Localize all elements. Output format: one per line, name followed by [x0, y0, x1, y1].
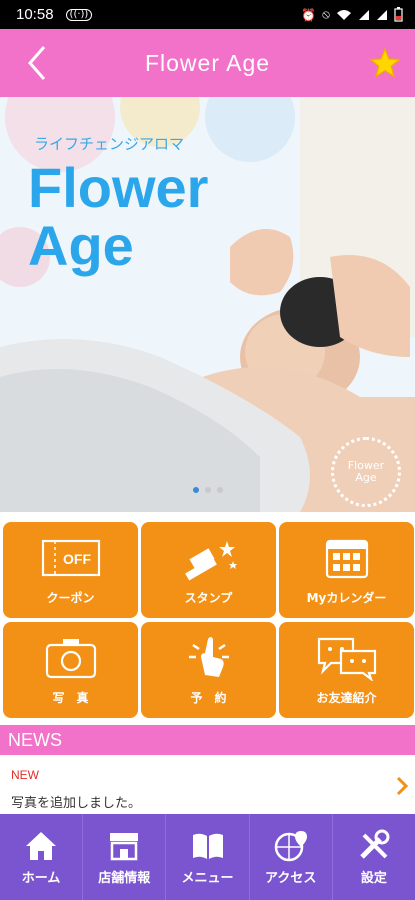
- map-pin-icon: [274, 830, 307, 861]
- nav-label: メニュー: [181, 870, 234, 886]
- page-title: Flower Age: [144, 49, 271, 76]
- coupon-icon: OFF: [41, 539, 100, 576]
- tile-label: Myカレンダー: [306, 590, 387, 605]
- settings-tools-icon: [360, 829, 390, 859]
- news-list-item[interactable]: NEW 写真を追加しました。: [0, 758, 415, 814]
- calendar-icon: [325, 539, 368, 578]
- logo-text-line2: Age: [355, 471, 377, 484]
- carousel-dot[interactable]: [192, 487, 199, 493]
- photo-button[interactable]: 写 真: [3, 622, 138, 718]
- carousel-dot[interactable]: [204, 487, 211, 493]
- news-heading: NEWS: [8, 729, 62, 750]
- nav-menu[interactable]: メニュー: [166, 814, 250, 900]
- status-bar: 10:58 ((·)) ⏰ ⦸: [0, 0, 415, 29]
- tile-label: お友達紹介: [316, 690, 377, 705]
- refer-friend-button[interactable]: お友達紹介: [279, 622, 414, 718]
- book-icon: [192, 833, 223, 859]
- coupon-button[interactable]: OFF クーポン: [3, 522, 138, 618]
- nav-label: 店舗情報: [98, 870, 151, 886]
- new-badge: NEW: [11, 768, 39, 782]
- nav-label: 設定: [360, 870, 387, 886]
- nav-label: ホーム: [21, 870, 61, 886]
- tile-label: スタンプ: [184, 590, 233, 605]
- status-icons: ⏰ ⦸: [301, 0, 403, 29]
- app-bar: Flower Age: [0, 29, 415, 97]
- chat-icon: [317, 637, 376, 681]
- carousel-indicator: [0, 487, 415, 493]
- bottom-navigation: ホーム 店舗情報 メニュー アクセス 設定: [0, 814, 415, 900]
- nav-access[interactable]: アクセス: [250, 814, 333, 900]
- news-text: 写真を追加しました。: [11, 796, 142, 811]
- hero-title: Flower Age: [28, 159, 208, 275]
- tile-label: 写 真: [52, 690, 89, 705]
- hero-subtitle: ライフチェンジアロマ: [34, 135, 185, 153]
- nav-home[interactable]: ホーム: [0, 814, 84, 900]
- nav-label: アクセス: [265, 870, 317, 886]
- status-time: 10:58: [16, 6, 54, 23]
- star-icon[interactable]: [369, 47, 401, 79]
- flower-age-logo: Flower Age: [331, 437, 401, 507]
- home-icon: [26, 831, 57, 860]
- camera-icon: [45, 638, 96, 678]
- back-chevron-icon[interactable]: [22, 43, 52, 83]
- tile-label: 予 約: [190, 690, 227, 705]
- carousel-dot[interactable]: [216, 487, 223, 493]
- signal-icon: [377, 9, 387, 20]
- alarm-icon: ⏰: [301, 7, 317, 22]
- reservation-button[interactable]: 予 約: [141, 622, 276, 718]
- coupon-off-text: OFF: [63, 551, 91, 567]
- stamp-button[interactable]: スタンプ: [141, 522, 276, 618]
- chevron-right-icon: [396, 776, 409, 796]
- mute-icon: ⦸: [322, 7, 330, 21]
- menu-grid: OFF クーポン スタンプ Myカレンダー 写 真 予 約 お友達紹介: [3, 522, 414, 722]
- store-icon: [110, 832, 139, 860]
- stamp-icon: [184, 540, 237, 580]
- hero-title-line2: Age: [28, 214, 134, 277]
- tile-label: クーポン: [46, 590, 95, 605]
- battery-icon: [394, 7, 403, 22]
- hero-title-line1: Flower: [28, 156, 209, 219]
- my-calendar-button[interactable]: Myカレンダー: [279, 522, 414, 618]
- signal-icon: [359, 9, 369, 20]
- nav-settings[interactable]: 設定: [333, 814, 415, 900]
- tap-icon: [188, 636, 229, 677]
- wifi-icon: [337, 9, 351, 20]
- news-header: NEWS: [0, 725, 415, 755]
- nav-store-info[interactable]: 店舗情報: [83, 814, 167, 900]
- radio-icon: ((·)): [65, 8, 93, 21]
- hero-banner[interactable]: ライフチェンジアロマ Flower Age Flower Age: [0, 97, 415, 512]
